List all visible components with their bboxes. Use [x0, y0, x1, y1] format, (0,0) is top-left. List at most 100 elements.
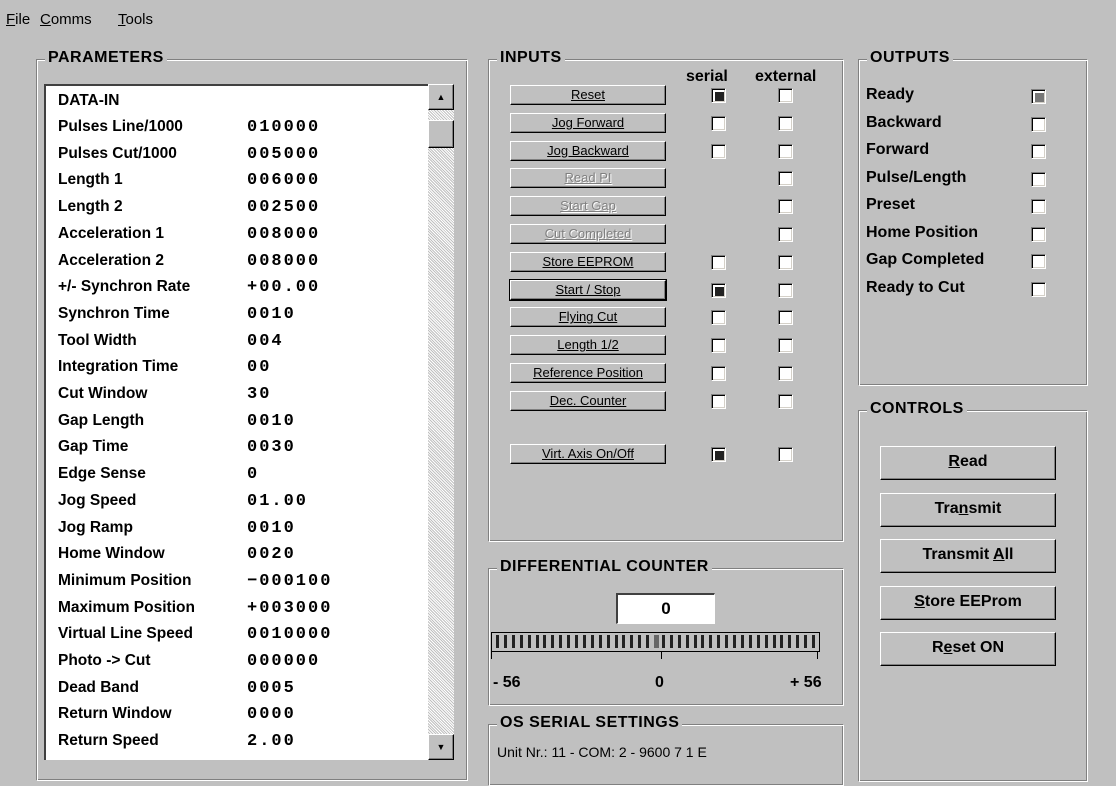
- input-button[interactable]: Reference Position: [510, 363, 666, 383]
- input-serial-checkbox[interactable]: [711, 310, 726, 326]
- bar-segment: [740, 635, 744, 648]
- parameter-value: 00: [247, 358, 272, 378]
- input-serial-checkbox[interactable]: [711, 366, 726, 381]
- parameter-value: 0010: [247, 411, 296, 431]
- parameter-value: 005000: [247, 144, 321, 164]
- input-button[interactable]: Flying Cut: [510, 307, 666, 328]
- parameters-scrollbar[interactable]: ▲ ▼: [428, 84, 454, 760]
- input-external-checkbox[interactable]: [778, 88, 793, 103]
- input-button-label: Length 1/2: [557, 337, 619, 353]
- parameter-value: 008000: [247, 224, 321, 244]
- control-button[interactable]: Store EEProm: [880, 585, 1056, 620]
- input-external-checkbox[interactable]: [778, 115, 793, 131]
- bar-segment: [646, 635, 650, 648]
- output-label: Backward: [866, 113, 942, 131]
- input-serial-checkbox[interactable]: [711, 143, 726, 159]
- virt-axis-serial-checkbox[interactable]: [711, 447, 726, 462]
- bar-segment: [575, 635, 578, 648]
- control-button[interactable]: Transmit All: [880, 539, 1056, 573]
- input-button[interactable]: Dec. Counter: [510, 390, 666, 411]
- input-serial-checkbox[interactable]: [711, 338, 726, 354]
- menu-comms[interactable]: Comms: [40, 11, 92, 28]
- input-button[interactable]: Store EEPROM: [510, 251, 666, 272]
- control-button-label-pre: Transmit: [922, 546, 994, 563]
- parameter-value: 010000: [247, 118, 321, 137]
- input-external-checkbox[interactable]: [778, 254, 793, 270]
- bar-segment: [590, 635, 594, 648]
- bar-segment: [527, 635, 531, 648]
- input-button[interactable]: Start / Stop: [509, 278, 667, 301]
- bar-segment: [780, 635, 784, 648]
- virt-axis-external-checkbox[interactable]: [778, 447, 793, 462]
- input-serial-checkbox[interactable]: [711, 254, 726, 270]
- bar-segment: [535, 635, 539, 648]
- parameter-value: 0000: [247, 705, 296, 725]
- control-button[interactable]: Read: [880, 446, 1056, 480]
- bar-segment: [677, 635, 681, 648]
- bar-segment: [725, 635, 729, 648]
- input-serial-checkbox[interactable]: [711, 115, 726, 131]
- parameter-value: 0010: [247, 518, 296, 538]
- control-button-label-ul: A: [993, 546, 1005, 563]
- parameter-value: 2.00: [247, 732, 296, 752]
- parameter-name: Virtual Line Speed: [58, 625, 193, 643]
- parameter-value: −000100: [247, 571, 333, 591]
- bar-segment: [796, 635, 800, 648]
- input-external-checkbox[interactable]: [778, 366, 793, 381]
- input-external-checkbox[interactable]: [778, 282, 793, 298]
- control-button-label-post: ll: [1004, 546, 1014, 563]
- scroll-down-arrow-icon[interactable]: ▼: [428, 734, 454, 760]
- bar-segment: [630, 635, 634, 648]
- control-button[interactable]: Transmit: [880, 492, 1056, 527]
- parameter-name: Length 1: [58, 171, 123, 189]
- scroll-thumb[interactable]: [428, 120, 454, 148]
- scroll-up-arrow-icon[interactable]: ▲: [428, 84, 454, 110]
- input-serial-checkbox[interactable]: [711, 282, 726, 298]
- bar-segment: [748, 635, 752, 648]
- parameter-value: +00.00: [247, 278, 321, 298]
- parameter-name: Return Window: [58, 705, 172, 723]
- controls-title: CONTROLS: [867, 400, 967, 418]
- input-button[interactable]: Cut Completed: [510, 224, 666, 244]
- input-button[interactable]: Read PI: [510, 168, 666, 189]
- input-external-checkbox[interactable]: [778, 310, 793, 326]
- input-button-label: Reset: [571, 87, 605, 102]
- input-external-checkbox[interactable]: [778, 227, 793, 242]
- differential-counter-title: DIFFERENTIAL COUNTER: [497, 558, 712, 576]
- parameter-name: Integration Time: [58, 358, 179, 376]
- input-external-checkbox[interactable]: [778, 199, 793, 215]
- bar-segment: [519, 635, 523, 648]
- input-button[interactable]: Reset: [510, 85, 666, 105]
- menu-bar: File Comms Tools: [0, 0, 1116, 36]
- parameters-list[interactable]: DATA-IN Pulses Line/1000 010000 Pulses Cut…: [44, 84, 429, 760]
- input-serial-checkbox[interactable]: [711, 88, 726, 103]
- input-serial-checkbox[interactable]: [711, 393, 726, 409]
- menu-tools[interactable]: Tools: [118, 11, 153, 28]
- input-external-checkbox[interactable]: [778, 171, 793, 187]
- output-label: Preset: [866, 196, 915, 213]
- output-indicator: [1031, 144, 1046, 159]
- input-button-label: Cut Completed: [544, 226, 632, 241]
- bar-segment: [567, 635, 571, 648]
- bar-segment: [812, 635, 815, 648]
- bar-segment: [551, 635, 555, 648]
- serial-settings-title: OS SERIAL SETTINGS: [497, 714, 683, 732]
- control-button-label-pre: Tra: [934, 499, 959, 517]
- input-button[interactable]: Length 1/2: [510, 335, 666, 356]
- menu-tools-mnemonic: T: [118, 11, 126, 28]
- output-indicator: [1031, 226, 1046, 242]
- control-button[interactable]: Reset ON: [880, 632, 1056, 666]
- input-external-checkbox[interactable]: [778, 143, 793, 159]
- virt-axis-button[interactable]: Virt. Axis On/Off: [510, 444, 666, 464]
- menu-file[interactable]: File: [6, 11, 30, 28]
- parameter-value: 0: [247, 465, 260, 485]
- parameter-name: Gap Time: [58, 438, 129, 456]
- input-external-checkbox[interactable]: [778, 393, 793, 409]
- parameter-name: Dead Band: [58, 678, 139, 696]
- bar-segment: [496, 635, 499, 648]
- input-button[interactable]: Jog Backward: [510, 140, 666, 161]
- input-button[interactable]: Jog Forward: [510, 112, 666, 133]
- input-button[interactable]: Start Gap: [510, 196, 666, 217]
- output-label: Gap Completed: [866, 251, 985, 268]
- input-external-checkbox[interactable]: [778, 338, 793, 354]
